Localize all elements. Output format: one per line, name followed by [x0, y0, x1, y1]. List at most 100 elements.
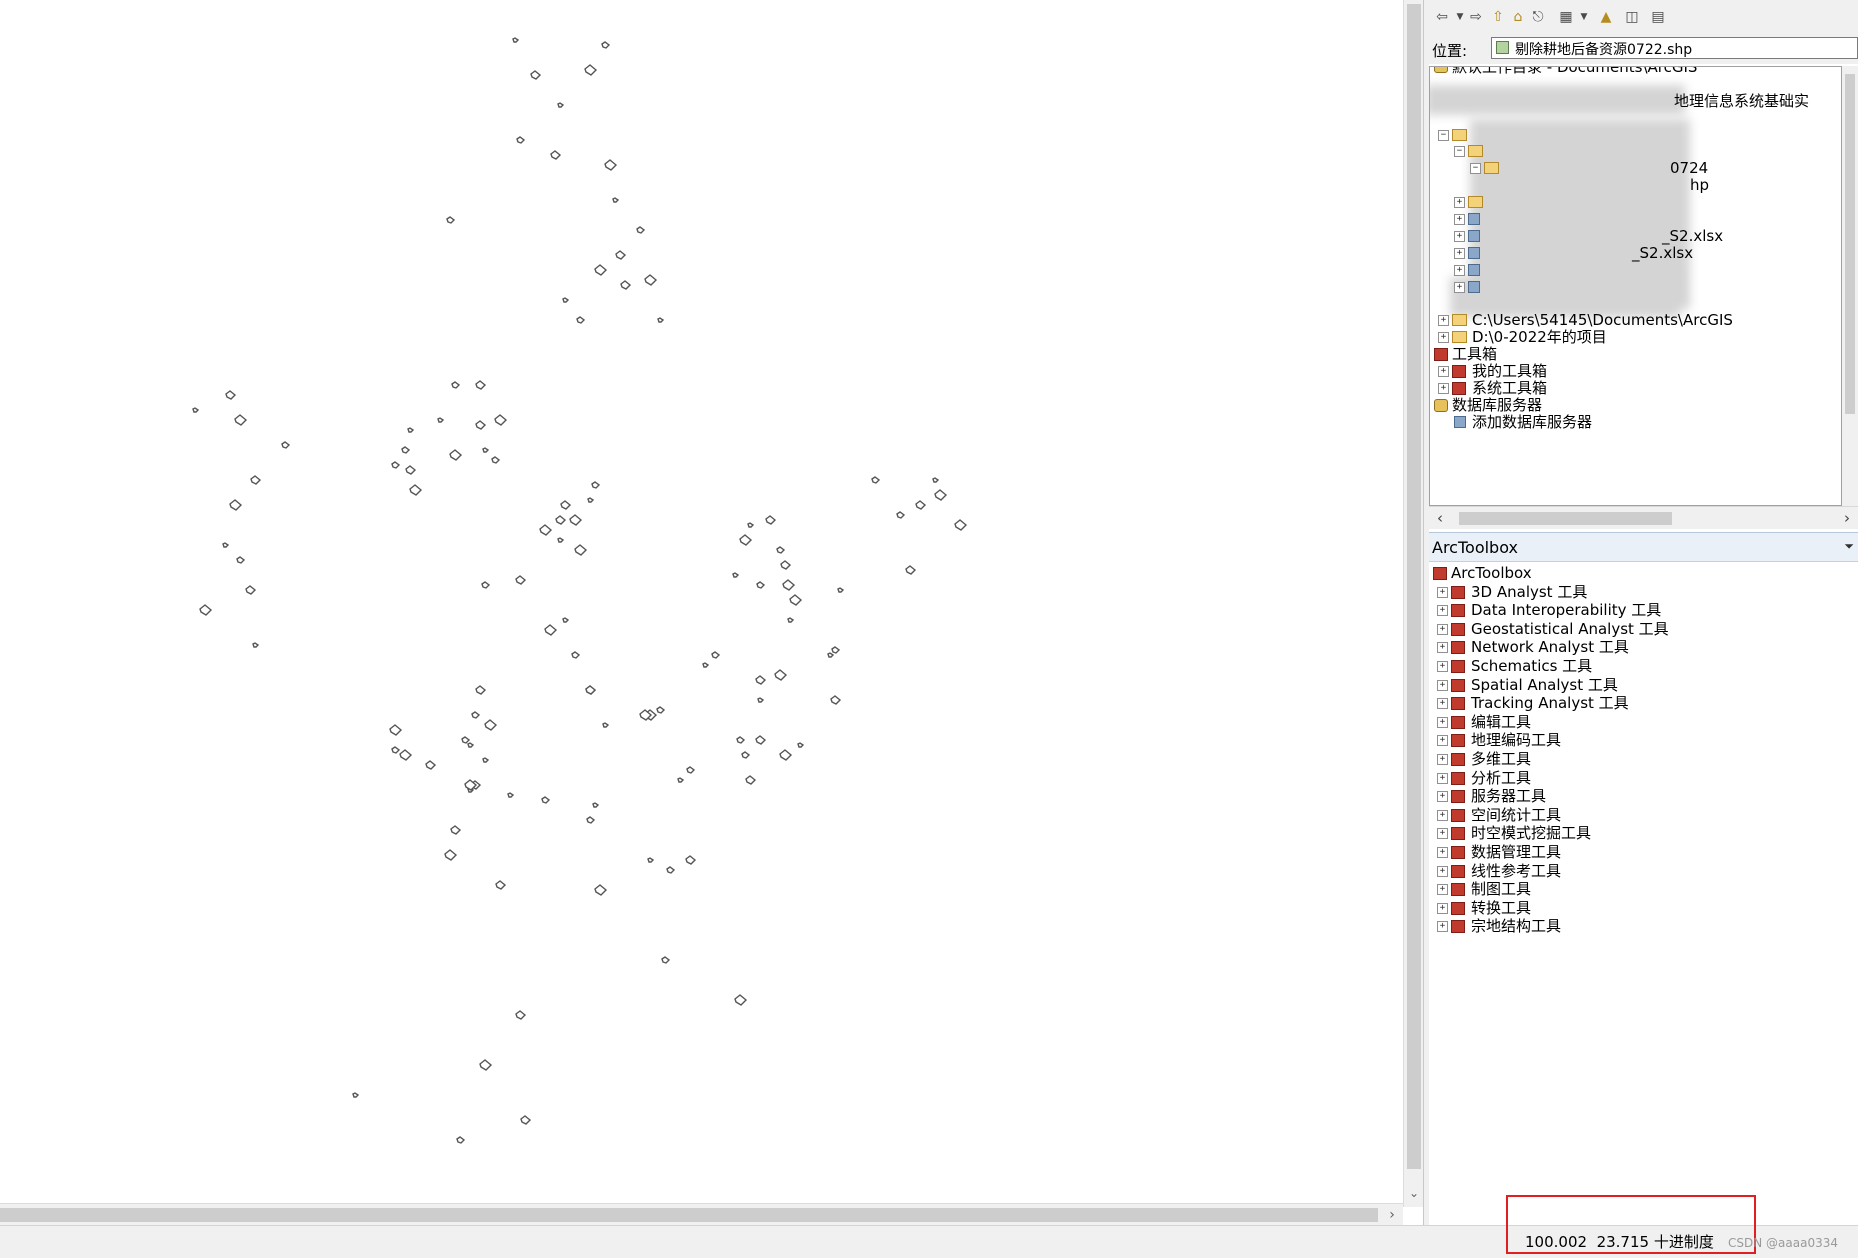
add-server-icon [1454, 416, 1466, 428]
tree-item-label: 地理信息系统基础实 [1674, 92, 1810, 110]
expand-icon[interactable]: + [1437, 828, 1448, 840]
map-feature [444, 849, 458, 861]
expand-icon[interactable]: + [1437, 921, 1448, 933]
map-feature [467, 742, 475, 748]
scroll-down-icon[interactable]: ⌄ [1404, 1183, 1424, 1203]
expand-icon[interactable]: + [1437, 865, 1448, 877]
expand-icon[interactable]: + [1438, 366, 1449, 377]
expand-icon[interactable]: + [1437, 679, 1448, 691]
map-feature [747, 522, 755, 528]
toolbox-item-label: 分析工具 [1471, 768, 1532, 787]
toggle-tree-icon[interactable]: ◫ [1623, 8, 1641, 26]
expand-icon[interactable]: + [1437, 772, 1448, 784]
expand-icon[interactable]: + [1437, 735, 1448, 747]
options-icon[interactable]: ▤ [1649, 8, 1667, 26]
collapse-icon[interactable]: − [1454, 146, 1465, 157]
collapse-icon[interactable]: − [1470, 163, 1481, 174]
map-horizontal-scroll-thumb[interactable] [0, 1208, 1378, 1222]
expand-icon[interactable]: + [1454, 265, 1465, 276]
toolbox-icon [1451, 697, 1465, 711]
scroll-right-icon[interactable]: › [1836, 507, 1858, 529]
map-feature [236, 556, 246, 564]
map-feature [482, 757, 490, 763]
collapse-icon[interactable]: − [1438, 130, 1449, 141]
scroll-left-icon[interactable]: ‹ [1429, 507, 1451, 529]
tree-horizontal-scrollbar[interactable]: ‹ › [1429, 506, 1858, 529]
back-icon[interactable]: ⇦ [1433, 8, 1451, 26]
tree-horizontal-scroll-thumb[interactable] [1459, 512, 1672, 525]
pin-icon[interactable]: ⏷ [1844, 539, 1854, 554]
expand-icon[interactable]: + [1438, 332, 1449, 343]
arctoolbox-tree[interactable]: ArcToolbox +3D Analyst 工具 + Data Interoper… [1429, 563, 1858, 1213]
expand-icon[interactable]: + [1437, 791, 1448, 803]
toolbox-icon [1451, 585, 1465, 599]
coordinate-readout: 100.002 23.715 十进制度 [1525, 1233, 1714, 1251]
map-feature [827, 652, 835, 658]
tree-vertical-scroll-thumb[interactable] [1845, 74, 1855, 414]
map-feature [797, 742, 805, 748]
map-feature [677, 777, 685, 783]
expand-icon[interactable]: + [1437, 642, 1448, 654]
map-feature [647, 857, 655, 863]
map-vertical-scrollbar[interactable]: ⌄ [1403, 0, 1424, 1207]
toolbox-item-label: 地理编码工具 [1471, 731, 1562, 750]
map-feature [780, 560, 792, 570]
scroll-right-icon[interactable]: › [1381, 1204, 1403, 1226]
map-feature [405, 465, 417, 475]
toolbox-icon [1451, 901, 1465, 915]
toolbox-icon [1451, 771, 1465, 785]
expand-icon[interactable]: + [1438, 383, 1449, 394]
map-feature [734, 994, 748, 1006]
expand-icon[interactable]: + [1454, 248, 1465, 259]
expand-icon[interactable]: + [1437, 698, 1448, 710]
map-feature [656, 706, 666, 714]
dropdown-icon[interactable]: ▼ [1575, 8, 1593, 26]
map-feature [482, 447, 490, 453]
up-level-icon[interactable]: ⇧ [1489, 8, 1507, 26]
map-feature [494, 414, 508, 426]
toolbox-item-label: 转换工具 [1471, 898, 1532, 917]
expand-icon[interactable]: + [1437, 661, 1448, 672]
toolbox-icon [1451, 790, 1465, 804]
expand-icon[interactable]: + [1437, 586, 1448, 598]
map-horizontal-scrollbar[interactable]: › [0, 1203, 1403, 1226]
expand-icon[interactable]: + [1454, 282, 1465, 293]
disconnect-icon[interactable]: ⎋ [1529, 8, 1547, 26]
toolbox-icon [1451, 920, 1465, 934]
toolbox-item-label: 空间统计工具 [1471, 805, 1562, 824]
expand-icon[interactable]: + [1437, 716, 1448, 728]
expand-icon[interactable]: + [1437, 809, 1448, 821]
expand-icon[interactable]: + [1437, 623, 1448, 635]
map-feature [425, 760, 437, 770]
map-feature [471, 711, 481, 719]
toolbox-icon [1451, 734, 1465, 748]
toolbox-item-label: 编辑工具 [1471, 712, 1532, 731]
toolbox-item-label: Geostatistical Analyst 工具 [1471, 619, 1669, 638]
expand-icon[interactable]: + [1437, 847, 1448, 858]
map-feature [612, 197, 620, 203]
map-vertical-scroll-thumb[interactable] [1407, 4, 1421, 1169]
map-feature [222, 542, 230, 548]
expand-icon[interactable]: + [1437, 902, 1448, 914]
view-options-icon[interactable]: ▦ [1557, 8, 1575, 26]
tree-vertical-scrollbar[interactable] [1842, 66, 1858, 506]
folder-icon [1468, 145, 1483, 157]
forward-icon[interactable]: ⇨ [1467, 8, 1485, 26]
expand-icon[interactable]: + [1454, 214, 1465, 225]
map-view[interactable] [0, 0, 1403, 1207]
expand-icon[interactable]: + [1437, 754, 1448, 765]
expand-icon[interactable]: + [1454, 231, 1465, 242]
expand-icon[interactable]: + [1437, 605, 1448, 617]
connect-folder-icon[interactable]: ▲ [1597, 8, 1615, 26]
expand-icon[interactable]: + [1438, 315, 1449, 326]
location-field[interactable]: 剔除耕地后备资源0722.shp [1491, 37, 1858, 59]
map-feature [539, 524, 553, 536]
arctoolbox-title-bar[interactable]: ArcToolbox ⏷ [1429, 533, 1858, 562]
map-feature [407, 427, 415, 433]
map-feature [544, 624, 558, 636]
catalog-tree[interactable]: 默认工作目录 - Documents\ArcGIS 地理信息系统基础实 − − … [1429, 66, 1842, 506]
toolbox-item-label: Data Interoperability 工具 [1471, 601, 1662, 620]
expand-icon[interactable]: + [1454, 197, 1465, 208]
expand-icon[interactable]: + [1437, 884, 1448, 896]
home-icon[interactable]: ⌂ [1509, 8, 1527, 26]
